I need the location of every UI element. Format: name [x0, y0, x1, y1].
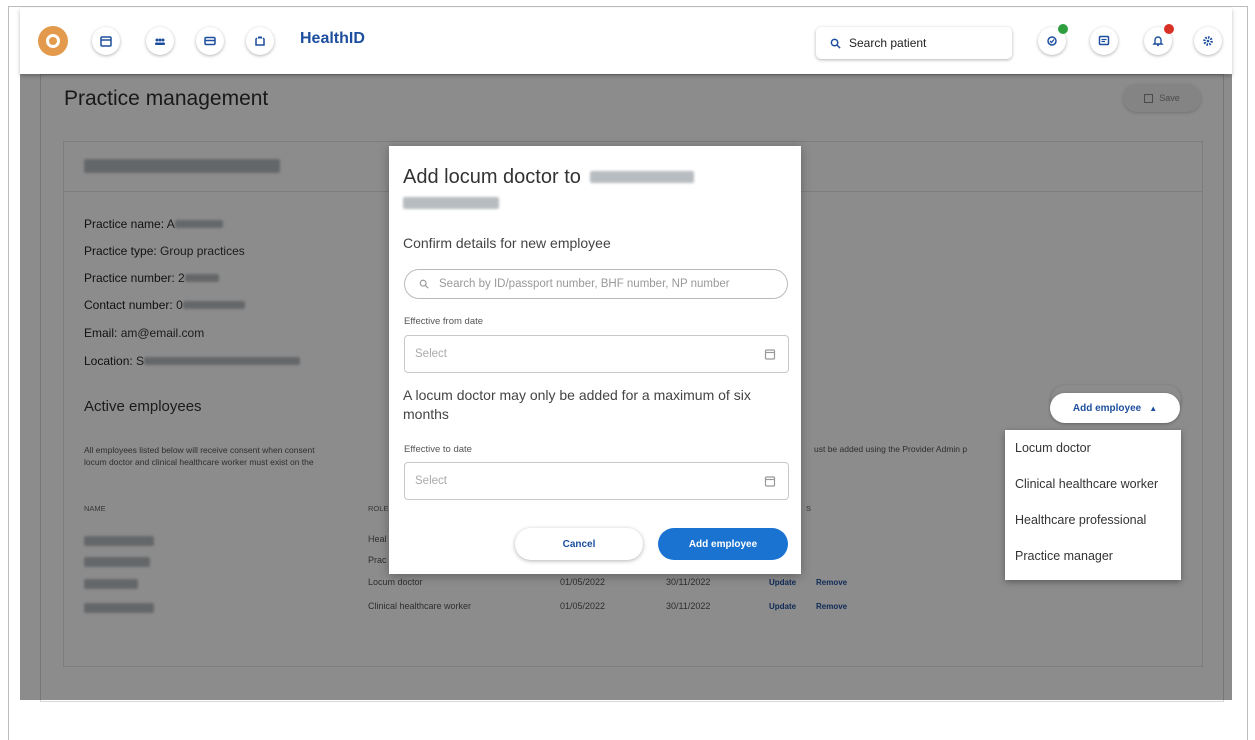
calendar-nav-button[interactable]: [92, 27, 120, 55]
status-button[interactable]: [1038, 24, 1068, 55]
add-employee-button[interactable]: Add employee: [658, 528, 788, 560]
messages-button[interactable]: [1090, 27, 1118, 55]
modal-subtitle: Confirm details for new employee: [403, 235, 611, 251]
status-check-icon: [1047, 36, 1057, 46]
practice-number-redacted: [403, 197, 499, 209]
effective-to-date-field[interactable]: Select: [404, 462, 789, 500]
employee-search-input[interactable]: Search by ID/passport number, BHF number…: [404, 269, 788, 299]
status-online-dot: [1058, 24, 1068, 34]
cancel-button[interactable]: Cancel: [515, 528, 643, 560]
search-icon: [830, 38, 841, 49]
bell-icon: [1152, 36, 1164, 47]
calendar-icon: [764, 476, 776, 487]
menu-item-practice-manager[interactable]: Practice manager: [1005, 546, 1181, 582]
effective-from-date-field[interactable]: Select: [404, 335, 789, 373]
menu-item-clinical-healthcare-worker[interactable]: Clinical healthcare worker: [1005, 474, 1181, 510]
effective-from-placeholder: Select: [415, 348, 447, 360]
message-icon: [1098, 35, 1110, 46]
add-employee-menu: Locum doctor Clinical healthcare worker …: [1005, 430, 1181, 580]
card-icon: [204, 36, 216, 46]
practice-name-redacted: [590, 171, 695, 183]
caret-up-icon: ▲: [1149, 403, 1158, 413]
people-icon: [155, 38, 165, 45]
modal-title: Add locum doctor to: [403, 164, 695, 216]
effective-to-placeholder: Select: [415, 475, 447, 487]
card-nav-button[interactable]: [196, 27, 224, 55]
app-brand-name: HealthID: [300, 30, 365, 47]
add-employee-label: Add employee: [1072, 402, 1142, 414]
search-placeholder: Search patient: [849, 36, 927, 50]
notification-badge-dot: [1164, 24, 1174, 34]
settings-button[interactable]: [1194, 27, 1222, 55]
menu-item-locum-doctor[interactable]: Locum doctor: [1005, 438, 1181, 474]
locum-duration-note: A locum doctor may only be added for a m…: [403, 387, 751, 422]
clipboard-nav-button[interactable]: [246, 27, 274, 55]
app-logo[interactable]: [38, 26, 68, 56]
top-navigation-bar: HealthID Search patient: [20, 8, 1232, 74]
employee-search-placeholder: Search by ID/passport number, BHF number…: [439, 278, 730, 290]
effective-to-label: Effective to date: [404, 444, 472, 455]
calendar-icon: [100, 36, 112, 47]
notifications-button[interactable]: [1144, 24, 1174, 55]
search-icon: [419, 279, 429, 289]
people-nav-button[interactable]: [146, 27, 174, 55]
effective-from-label: Effective from date: [404, 316, 484, 327]
clipboard-icon: [255, 36, 265, 46]
add-locum-doctor-modal: Add locum doctor to Confirm details for …: [389, 146, 801, 574]
menu-item-healthcare-professional[interactable]: Healthcare professional: [1005, 510, 1181, 546]
calendar-icon: [764, 349, 776, 360]
search-patient-input[interactable]: Search patient: [816, 27, 1012, 59]
add-employee-dropdown-button[interactable]: Add employee ▲: [1050, 393, 1180, 423]
gear-icon: [1203, 36, 1213, 46]
